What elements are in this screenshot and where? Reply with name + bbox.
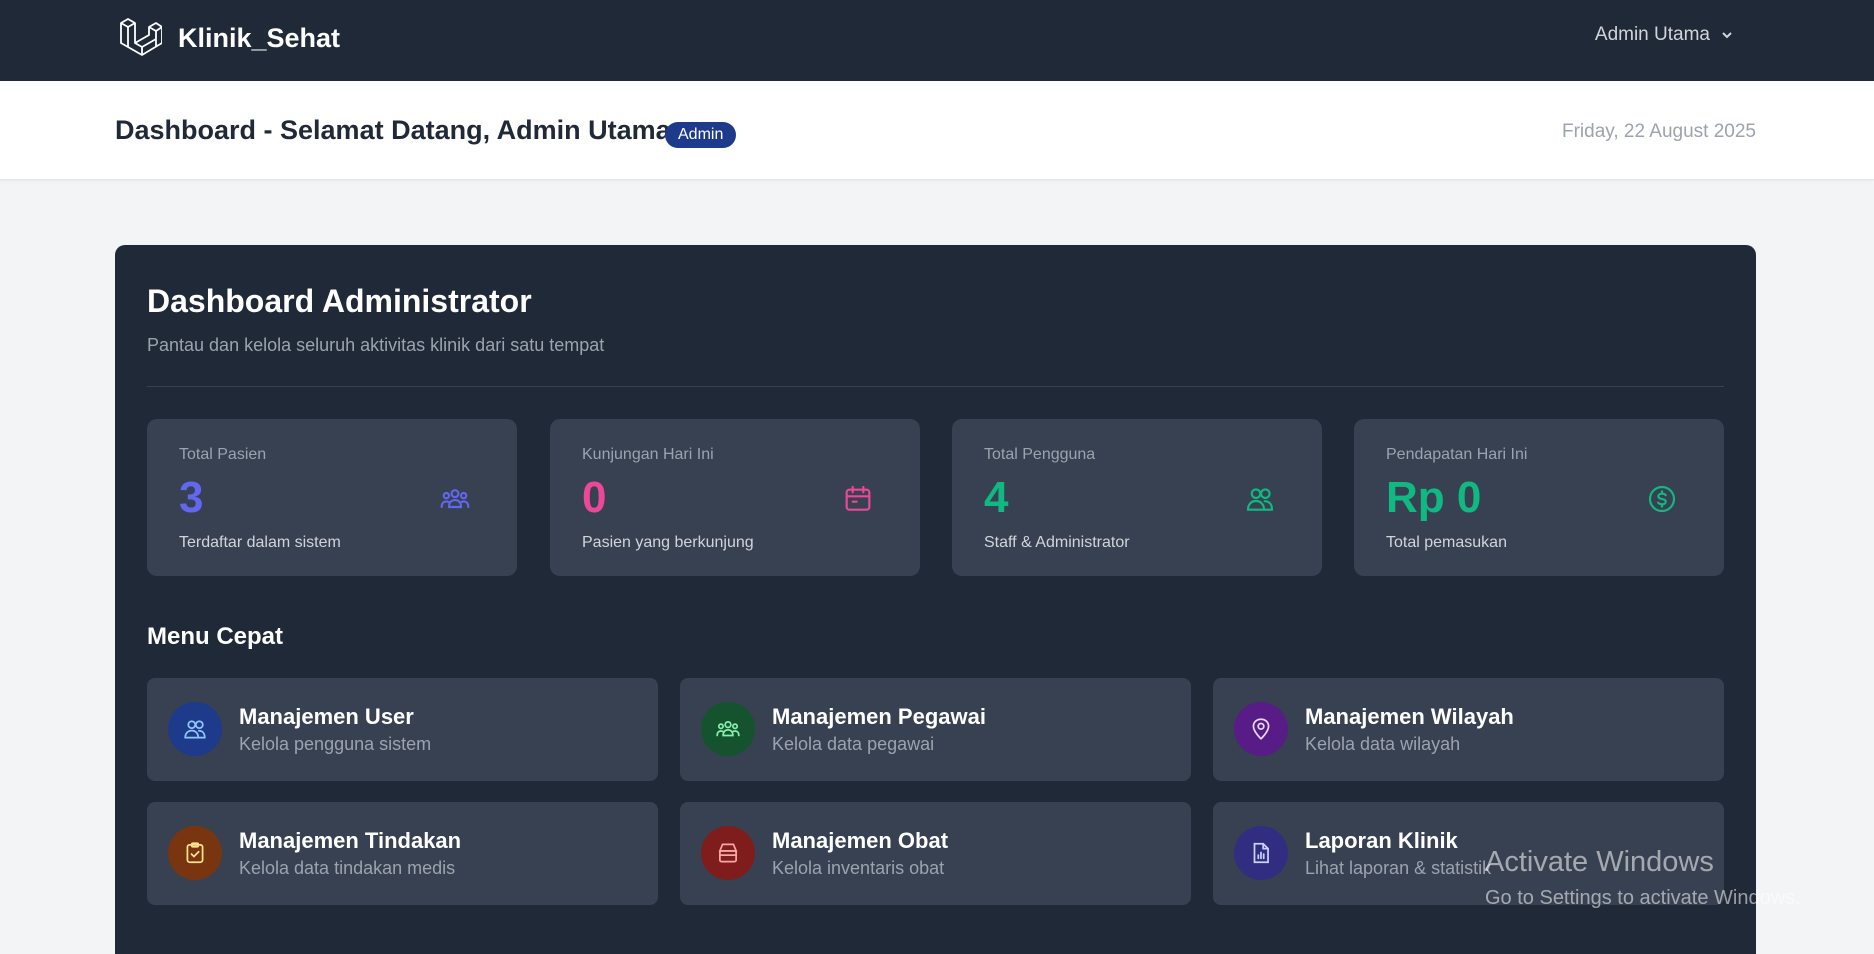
user-name: Admin Utama	[1594, 24, 1710, 45]
menu-card-manajemen-pegawai[interactable]: Manajemen Pegawai Kelola data pegawai	[680, 678, 1191, 781]
stat-card-total-pasien: Total Pasien 3 Terdaftar dalam sistem	[147, 419, 517, 576]
stat-label: Total Pasien	[179, 446, 267, 463]
users-group-icon	[440, 489, 470, 509]
stat-label: Pendapatan Hari Ini	[1386, 446, 1528, 463]
page-header: Dashboard - Selamat Datang, Admin Utama …	[0, 81, 1874, 180]
stat-label: Total Pengguna	[984, 446, 1096, 463]
menu-card-manajemen-obat[interactable]: Manajemen Obat Kelola inventaris obat	[680, 802, 1191, 905]
location-pin-icon	[1252, 718, 1270, 740]
menu-icon-badge	[1234, 702, 1288, 756]
stat-desc: Staff & Administrator	[984, 534, 1130, 551]
dollar-icon	[1648, 485, 1676, 513]
stat-value: 0	[582, 473, 607, 522]
windows-activation-watermark: Activate Windows Go to Settings to activ…	[1485, 846, 1801, 910]
archive-box-icon	[718, 843, 738, 863]
clipboard-check-icon	[186, 842, 204, 864]
menu-card-manajemen-tindakan[interactable]: Manajemen Tindakan Kelola data tindakan …	[147, 802, 658, 905]
laravel-logo-icon	[120, 18, 162, 56]
menu-icon-badge	[168, 702, 222, 756]
menu-desc: Kelola data pegawai	[772, 734, 935, 754]
section-title-menu-cepat: Menu Cepat	[147, 623, 284, 650]
brand-name: Klinik_Sehat	[178, 22, 341, 53]
stat-desc: Pasien yang berkunjung	[582, 534, 754, 551]
users-icon	[1246, 488, 1274, 511]
brand-link[interactable]: Klinik_Sehat	[118, 16, 340, 60]
menu-icon-badge	[168, 826, 222, 880]
menu-desc: Kelola pengguna sistem	[239, 734, 432, 754]
stat-value: Rp 0	[1386, 473, 1482, 522]
panel-title: Dashboard Administrator	[147, 283, 532, 319]
report-chart-icon	[1253, 842, 1269, 864]
menu-card-manajemen-wilayah[interactable]: Manajemen Wilayah Kelola data wilayah	[1213, 678, 1724, 781]
watermark-title: Activate Windows	[1485, 846, 1714, 878]
menu-desc: Kelola data wilayah	[1305, 734, 1461, 754]
top-navbar: Klinik_Sehat Admin Utama	[0, 0, 1874, 81]
chevron-down-icon	[1722, 32, 1732, 39]
menu-title: Manajemen Pegawai	[772, 704, 986, 729]
menu-icon-badge	[1234, 826, 1288, 880]
menu-card-manajemen-user[interactable]: Manajemen User Kelola pengguna sistem	[147, 678, 658, 781]
stat-value: 3	[179, 473, 204, 522]
menu-title: Manajemen Wilayah	[1305, 704, 1514, 729]
menu-desc: Lihat laporan & statistik	[1305, 858, 1492, 878]
users-group-icon	[716, 720, 740, 737]
calendar-icon	[845, 485, 871, 511]
panel-subtitle: Pantau dan kelola seluruh aktivitas klin…	[147, 335, 605, 355]
page-title: Dashboard - Selamat Datang, Admin Utama	[115, 115, 671, 145]
stat-card-kunjungan: Kunjungan Hari Ini 0 Pasien yang berkunj…	[550, 419, 920, 576]
stat-card-total-pengguna: Total Pengguna 4 Staff & Administrator	[952, 419, 1322, 576]
stat-desc: Total pemasukan	[1386, 534, 1507, 551]
stat-desc: Terdaftar dalam sistem	[179, 534, 341, 551]
menu-title: Manajemen User	[239, 704, 414, 729]
stat-label: Kunjungan Hari Ini	[582, 446, 714, 463]
divider	[147, 386, 1724, 387]
menu-title: Manajemen Tindakan	[239, 828, 462, 853]
stat-value: 4	[984, 473, 1009, 522]
menu-desc: Kelola data tindakan medis	[239, 858, 456, 878]
menu-icon-badge	[701, 702, 755, 756]
user-menu-dropdown[interactable]: Admin Utama	[1595, 24, 1734, 46]
menu-desc: Kelola inventaris obat	[772, 858, 945, 878]
stat-card-pendapatan: Pendapatan Hari Ini Rp 0 Total pemasukan	[1354, 419, 1724, 576]
role-badge: Admin	[665, 122, 737, 148]
menu-icon-badge	[701, 826, 755, 880]
menu-title: Manajemen Obat	[772, 828, 949, 853]
watermark-subtitle: Go to Settings to activate Windows.	[1485, 887, 1801, 909]
current-date: Friday, 22 August 2025	[1562, 121, 1756, 142]
users-icon	[184, 720, 206, 739]
menu-title: Laporan Klinik	[1305, 828, 1458, 853]
